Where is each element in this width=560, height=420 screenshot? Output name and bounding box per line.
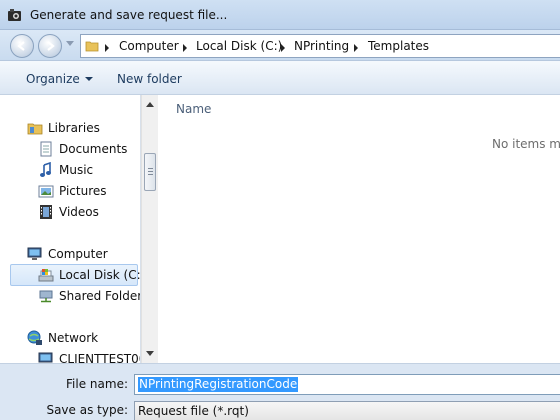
save-as-type-label: Save as type: <box>46 403 128 417</box>
scroll-down-icon[interactable] <box>146 351 154 356</box>
crumb-local-disk[interactable]: Local Disk (C:) <box>196 39 282 53</box>
nav-label: Network <box>48 331 99 345</box>
crumb-separator-icon[interactable] <box>183 44 187 52</box>
network-computer-icon <box>38 352 53 363</box>
organize-label: Organize <box>26 72 80 86</box>
back-arrow-icon <box>17 41 25 51</box>
crumb-nprinting[interactable]: NPrinting <box>294 39 349 53</box>
nav-label: Pictures <box>59 184 107 198</box>
crumb-templates[interactable]: Templates <box>368 39 429 53</box>
forward-arrow-icon <box>47 41 55 51</box>
nav-label: Libraries <box>48 121 100 135</box>
organize-button[interactable]: Organize <box>26 72 93 86</box>
nav-item-local-disk[interactable]: Local Disk (C:) <box>10 264 141 286</box>
recent-pages-dropdown-icon[interactable] <box>66 41 74 47</box>
nav-label: Computer <box>48 247 108 261</box>
save-options-panel: File name: NPrintingRegistrationCode Sav… <box>0 363 560 420</box>
window-title: Generate and save request file... <box>30 8 228 22</box>
back-button[interactable] <box>10 34 34 58</box>
nav-pane-scrollbar[interactable] <box>141 95 158 363</box>
navigation-pane: Libraries Documents Music Pictures Video… <box>0 95 141 363</box>
chevron-down-icon <box>84 77 93 81</box>
crumb-separator-icon[interactable] <box>354 44 358 52</box>
documents-icon <box>40 141 52 157</box>
file-list[interactable]: Name No items match your search. <box>158 95 560 363</box>
nav-label: CLIENTTEST00 <box>59 352 141 363</box>
app-icon <box>8 9 21 21</box>
forward-button[interactable] <box>38 34 62 58</box>
nav-label: Documents <box>59 142 128 156</box>
nav-label: Local Disk (C:) <box>59 268 141 282</box>
network-icon <box>27 330 42 345</box>
videos-icon <box>40 205 52 219</box>
file-name-value: NPrintingRegistrationCode <box>138 377 299 392</box>
nav-label: Shared Folders <box>59 289 141 303</box>
address-bar[interactable]: Computer Local Disk (C:) NPrinting Templ… <box>80 34 560 58</box>
command-toolbar: Organize New folder <box>0 61 560 95</box>
computer-icon <box>27 247 42 260</box>
scroll-up-icon[interactable] <box>146 102 154 107</box>
crumb-computer[interactable]: Computer <box>119 39 179 53</box>
file-name-label: File name: <box>66 377 128 391</box>
music-icon <box>40 162 51 177</box>
pictures-icon <box>38 185 54 198</box>
nav-label: Music <box>59 163 94 177</box>
grip-line <box>148 171 153 172</box>
shared-folders-icon <box>39 290 53 303</box>
navigation-bar: Computer Local Disk (C:) NPrinting Templ… <box>0 30 560 61</box>
grip-line <box>148 174 153 175</box>
grip-line <box>148 168 153 169</box>
empty-folder-message: No items match your search. <box>492 137 560 151</box>
column-header-name[interactable]: Name <box>176 102 211 116</box>
file-name-input[interactable]: NPrintingRegistrationCode <box>134 374 560 395</box>
scroll-thumb[interactable] <box>144 153 156 191</box>
nav-label: Videos <box>59 205 99 219</box>
crumb-separator-icon[interactable] <box>105 44 109 52</box>
folder-icon <box>85 41 99 52</box>
crumb-separator-icon[interactable] <box>281 44 285 52</box>
save-as-type-value: Request file (*.rqt) <box>138 404 249 418</box>
new-folder-button[interactable]: New folder <box>117 72 182 86</box>
libraries-icon <box>27 123 43 135</box>
local-disk-icon <box>38 269 54 282</box>
title-bar: Generate and save request file... <box>0 0 560 30</box>
save-as-type-select[interactable]: Request file (*.rqt) <box>134 401 560 420</box>
